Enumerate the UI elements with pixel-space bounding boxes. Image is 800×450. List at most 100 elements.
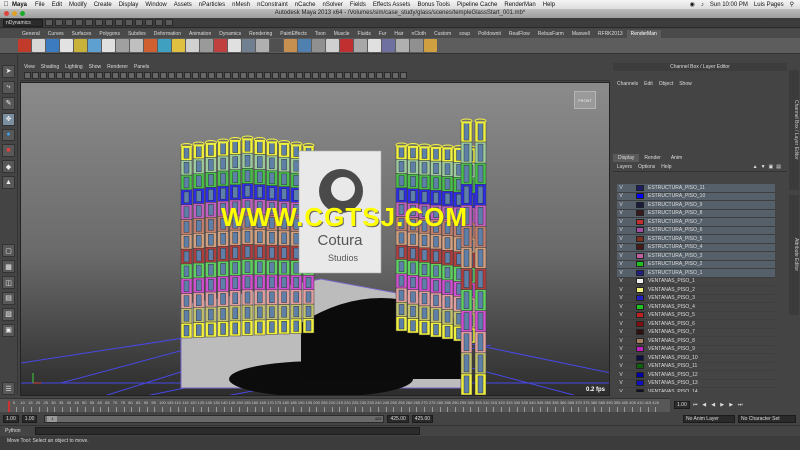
layer-visibility-toggle[interactable]: V — [617, 355, 625, 361]
move-tool-icon[interactable]: ✥ — [2, 112, 15, 126]
layer-color-swatch[interactable] — [636, 295, 644, 302]
user-name[interactable]: Luis Pages — [754, 2, 784, 8]
shelf-tool-icon[interactable] — [186, 39, 199, 52]
shelf-tab-curves[interactable]: Curves — [44, 30, 68, 38]
layer-visibility-toggle[interactable]: V — [617, 219, 625, 225]
go-to-end-icon[interactable]: ⏭ — [737, 402, 744, 409]
shelf-tool-icon[interactable] — [102, 39, 115, 52]
layer-visibility-toggle[interactable]: V — [617, 321, 625, 327]
viewport-tool-icon[interactable] — [296, 72, 303, 79]
viewport-tool-icon[interactable] — [32, 72, 39, 79]
viewport-tool-icon[interactable] — [120, 72, 127, 79]
layer-row[interactable]: V VENTANAS_PISO_9 — [617, 345, 775, 354]
shelf-tab-general[interactable]: General — [18, 30, 44, 38]
shelf-tool-icon[interactable] — [326, 39, 339, 52]
channel-box-area[interactable] — [613, 89, 787, 152]
layer-visibility-toggle[interactable]: V — [617, 295, 625, 301]
go-to-start-icon[interactable]: ⏮ — [692, 402, 699, 409]
shelf-tab-muscle[interactable]: Muscle — [330, 30, 354, 38]
layer-color-swatch[interactable] — [636, 320, 644, 327]
layer-color-swatch[interactable] — [636, 380, 644, 387]
layer-row[interactable]: V ESTRUCTURA_PISO_6 — [617, 226, 775, 235]
viewport-tool-icon[interactable] — [144, 72, 151, 79]
menu-nparticles[interactable]: nParticles — [199, 2, 225, 8]
snap-curve-icon[interactable] — [115, 19, 123, 26]
layer-menu-help[interactable]: Help — [661, 163, 671, 171]
viewport-tool-icon[interactable] — [72, 72, 79, 79]
menu-create[interactable]: Create — [94, 2, 112, 8]
layer-visibility-toggle[interactable]: V — [617, 389, 625, 392]
layer-row[interactable]: V VENTANAS_PISO_14 — [617, 388, 775, 392]
current-frame-field[interactable]: 1.00 — [674, 401, 690, 409]
layer-color-swatch[interactable] — [636, 354, 644, 361]
channel-menu-edit[interactable]: Edit — [644, 80, 653, 89]
layer-menu-layers[interactable]: Layers — [617, 163, 632, 171]
layer-visibility-toggle[interactable]: V — [617, 278, 625, 284]
shelf-tab-rendering[interactable]: Rendering — [245, 30, 276, 38]
wifi-icon[interactable]: ◉ — [690, 1, 695, 8]
viewport-tool-icon[interactable] — [40, 72, 47, 79]
shelf-tab-custom[interactable]: Custom — [430, 30, 455, 38]
shelf-tab-maxwell[interactable]: Maxwell — [568, 30, 594, 38]
viewport-tool-icon[interactable] — [256, 72, 263, 79]
menu-edit[interactable]: Edit — [52, 2, 62, 8]
viewport-tool-icon[interactable] — [352, 72, 359, 79]
outliner-icon[interactable]: ☰ — [2, 382, 15, 396]
shelf-tool-icon[interactable] — [144, 39, 157, 52]
menu-effects-assets[interactable]: Effects Assets — [373, 2, 411, 8]
layer-color-swatch[interactable] — [636, 303, 644, 310]
layer-color-swatch[interactable] — [636, 218, 644, 225]
channel-menu-object[interactable]: Object — [659, 80, 673, 89]
shelf-tool-icon[interactable] — [396, 39, 409, 52]
layer-row[interactable]: V VENTANAS_PISO_3 — [617, 294, 775, 303]
menu-display[interactable]: Display — [119, 2, 139, 8]
shelf-tool-icon[interactable] — [382, 39, 395, 52]
play-backward-icon[interactable]: ◀ — [710, 402, 717, 409]
viewport-tool-icon[interactable] — [272, 72, 279, 79]
viewport-tool-icon[interactable] — [344, 72, 351, 79]
viewport-tool-icon[interactable] — [328, 72, 335, 79]
shelf-tab-painteffects[interactable]: PaintEffects — [276, 30, 311, 38]
layer-row[interactable]: V ESTRUCTURA_PISO_9 — [617, 201, 775, 210]
layer-visibility-toggle[interactable]: V — [617, 312, 625, 318]
shelf-tool-icon[interactable] — [116, 39, 129, 52]
select-object-icon[interactable] — [85, 19, 93, 26]
apple-icon[interactable]:  — [0, 1, 12, 8]
viewport-tool-icon[interactable] — [400, 72, 407, 79]
layer-color-swatch[interactable] — [636, 346, 644, 353]
manipulator-tool-icon[interactable]: ◆ — [2, 160, 15, 174]
close-icon[interactable] — [4, 11, 9, 16]
viewport-tool-icon[interactable] — [384, 72, 391, 79]
shelf-tool-icon[interactable] — [298, 39, 311, 52]
current-time-marker[interactable] — [8, 401, 10, 412]
layer-visibility-toggle[interactable]: V — [617, 346, 625, 352]
layer-row[interactable]: V VENTANAS_PISO_13 — [617, 379, 775, 388]
layer-color-swatch[interactable] — [636, 201, 644, 208]
viewport-tool-icon[interactable] — [368, 72, 375, 79]
shelf-tool-icon[interactable] — [340, 39, 353, 52]
layer-row[interactable]: V ESTRUCTURA_PISO_3 — [617, 252, 775, 261]
menu-window[interactable]: Window — [145, 2, 166, 8]
viewport-menu-show[interactable]: Show — [89, 63, 102, 71]
step-forward-key-icon[interactable]: ▶ — [728, 402, 735, 409]
layer-visibility-toggle[interactable]: V — [617, 380, 625, 386]
shelf-tab-renderman[interactable]: RenderMan — [626, 30, 661, 38]
viewport-tool-icon[interactable] — [192, 72, 199, 79]
shelf-tool-icon[interactable] — [60, 39, 73, 52]
shelf-tool-icon[interactable] — [228, 39, 241, 52]
viewport-tool-icon[interactable] — [280, 72, 287, 79]
new-layer-selected-icon[interactable]: ▤ — [776, 163, 781, 171]
shelf-tool-icon[interactable] — [74, 39, 87, 52]
minimize-icon[interactable] — [12, 11, 17, 16]
volume-icon[interactable]: ♪ — [701, 2, 704, 8]
playback-start-field[interactable]: 1.00 — [21, 414, 38, 423]
layer-color-swatch[interactable] — [636, 269, 644, 276]
shelf-tool-icon[interactable] — [312, 39, 325, 52]
step-back-key-icon[interactable]: ◀ — [701, 402, 708, 409]
layer-visibility-toggle[interactable]: V — [617, 236, 625, 242]
shelf-tool-icon[interactable] — [270, 39, 283, 52]
layer-row[interactable]: V VENTANAS_PISO_1 — [617, 277, 775, 286]
layer-visibility-toggle[interactable]: V — [617, 287, 625, 293]
layer-color-swatch[interactable] — [636, 371, 644, 378]
layout-four-icon[interactable]: ▦ — [2, 260, 15, 274]
